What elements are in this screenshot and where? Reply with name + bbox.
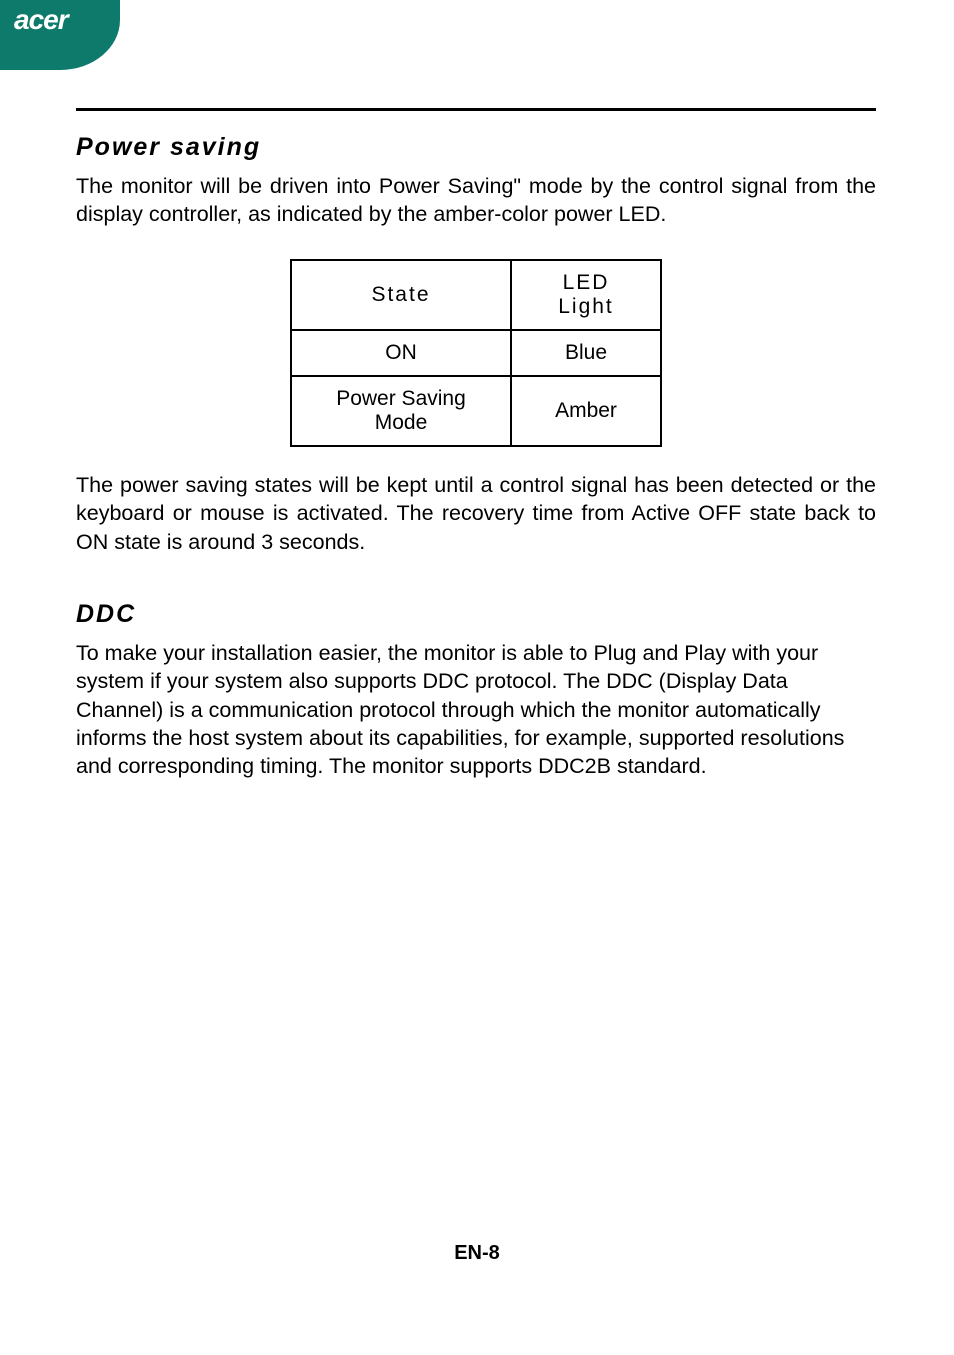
table-row: ON Blue (291, 330, 661, 376)
table-cell-state: Power Saving Mode (291, 376, 511, 446)
table-cell-state: ON (291, 330, 511, 376)
power-saving-para-2: The power saving states will be kept unt… (76, 471, 876, 556)
page-number: EN-8 (0, 1242, 954, 1265)
ddc-para-1: To make your installation easier, the mo… (76, 639, 876, 781)
table-header-state: State (291, 260, 511, 330)
table-cell-led: Blue (511, 330, 661, 376)
table-header-led: LED Light (511, 260, 661, 330)
table-row: Power Saving Mode Amber (291, 376, 661, 446)
header-corner: acer (0, 0, 120, 70)
brand-logo: acer (14, 4, 68, 36)
top-rule (76, 108, 876, 111)
section-heading-ddc: DDC (76, 600, 876, 629)
page-content: Power saving The monitor will be driven … (76, 108, 876, 781)
section-heading-power-saving: Power saving (76, 133, 876, 162)
power-saving-para-1: The monitor will be driven into Power Sa… (76, 172, 876, 229)
state-table: State LED Light ON Blue Power Saving Mod… (290, 259, 662, 447)
table-header-row: State LED Light (291, 260, 661, 330)
table-cell-led: Amber (511, 376, 661, 446)
